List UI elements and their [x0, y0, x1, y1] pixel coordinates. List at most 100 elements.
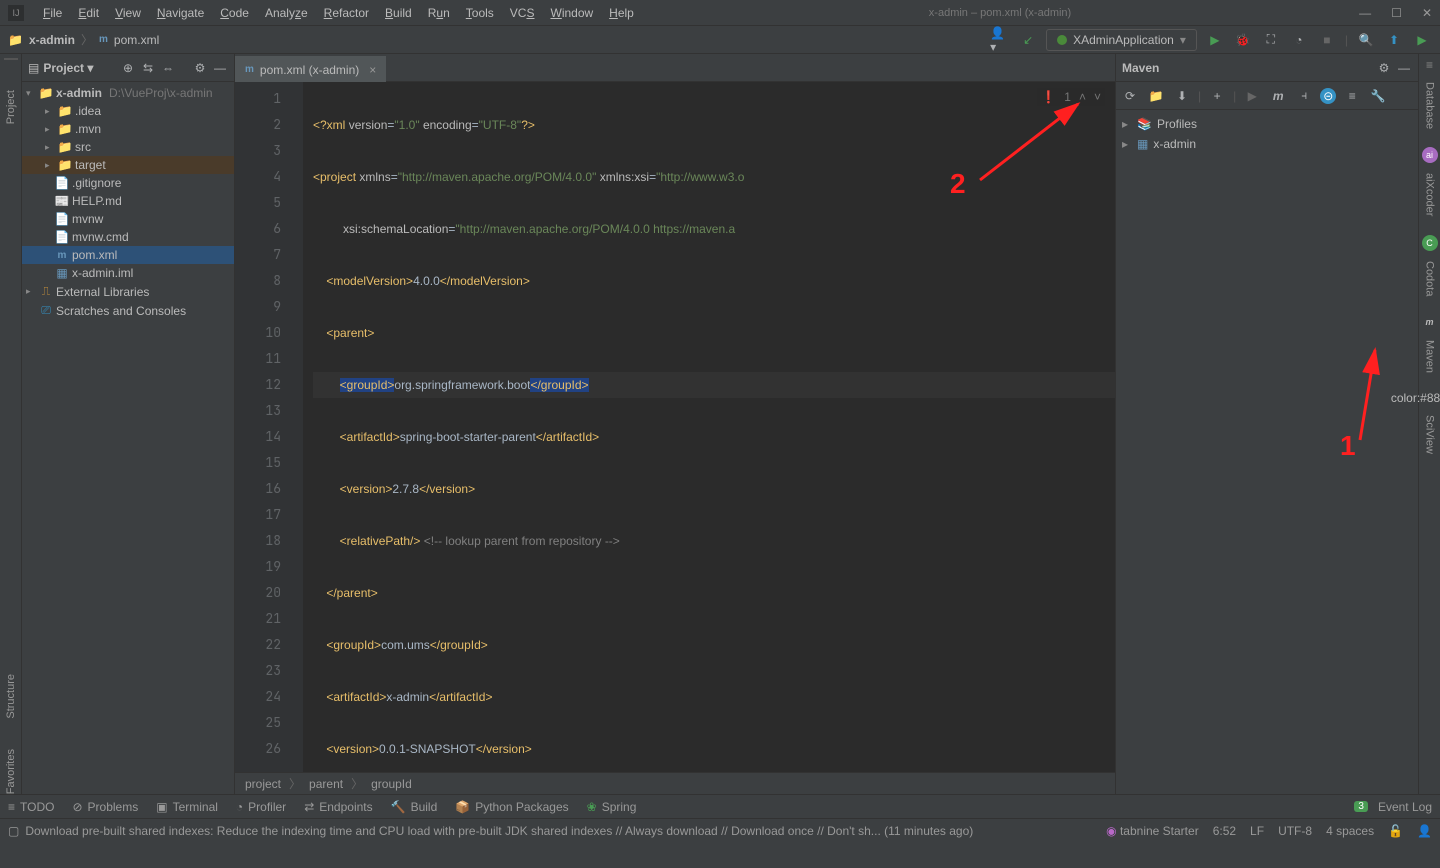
codota-icon[interactable]: C	[1422, 235, 1438, 251]
menu-help[interactable]: Help	[602, 3, 641, 23]
status-lf[interactable]: LF	[1250, 824, 1264, 838]
menu-analyze[interactable]: Analyze	[258, 3, 315, 23]
aixcoder-icon[interactable]: ai	[1422, 147, 1438, 163]
maven-settings-icon[interactable]: ⚙	[1376, 60, 1392, 76]
status-indexing-icon[interactable]: ▢	[8, 824, 19, 838]
sync-icon[interactable]: ⬆	[1384, 30, 1404, 50]
tree-idea[interactable]: ▸📁.idea	[22, 102, 234, 120]
menu-navigate[interactable]: Navigate	[150, 3, 211, 23]
tree-help[interactable]: 📰HELP.md	[22, 192, 234, 210]
project-tree[interactable]: ▾📁x-adminD:\VueProj\x-admin ▸📁.idea ▸📁.m…	[22, 82, 234, 794]
tool-profiler[interactable]: ◔Profiler	[236, 800, 286, 814]
maven-add-icon[interactable]: +	[1207, 86, 1227, 106]
tree-gitignore[interactable]: 📄.gitignore	[22, 174, 234, 192]
maven-offline-icon[interactable]: ⊝	[1320, 88, 1336, 104]
menu-code[interactable]: Code	[213, 3, 256, 23]
left-tool-project-icon[interactable]	[4, 58, 18, 60]
tree-scratch[interactable]: ⎚Scratches and Consoles	[22, 301, 234, 320]
right-tool-sciview[interactable]: SciView	[1424, 415, 1436, 454]
editor-breadcrumbs[interactable]: project〉 parent〉 groupId	[235, 772, 1115, 794]
menu-file[interactable]: File	[36, 3, 69, 23]
tool-terminal[interactable]: ▣Terminal	[156, 800, 218, 814]
maven-download-icon[interactable]: ⬇	[1172, 86, 1192, 106]
status-tabnine[interactable]: ◉ tabnine Starter	[1106, 824, 1199, 838]
editor-tab-pom[interactable]: m pom.xml (x-admin) ×	[235, 56, 386, 82]
status-indent[interactable]: 4 spaces	[1326, 824, 1374, 838]
tool-python[interactable]: 📦Python Packages	[455, 800, 568, 814]
tab-close-icon[interactable]: ×	[369, 63, 376, 77]
search-icon[interactable]: 🔍	[1356, 30, 1376, 50]
minimize-icon[interactable]: —	[1359, 6, 1371, 20]
project-panel-title[interactable]: Project ▾	[43, 61, 116, 75]
settings-icon[interactable]: ⚙	[192, 60, 208, 76]
code-content[interactable]: <?xml version="1.0" encoding="UTF-8"?> <…	[303, 82, 1115, 772]
prev-highlight-icon[interactable]: ˄	[1079, 90, 1086, 104]
coverage-button[interactable]: ⛶	[1261, 30, 1281, 50]
next-highlight-icon[interactable]: ˅	[1094, 90, 1101, 104]
breadcrumb-project[interactable]: x-admin	[29, 33, 75, 47]
stop-button[interactable]: ■	[1317, 30, 1337, 50]
status-pos[interactable]: 6:52	[1213, 824, 1236, 838]
status-message[interactable]: Download pre-built shared indexes: Reduc…	[25, 824, 973, 838]
run-button[interactable]: ▶	[1205, 30, 1225, 50]
sciview-icon[interactable]: color:#888">⊞	[1391, 391, 1440, 405]
maven-hide-icon[interactable]: —	[1396, 60, 1412, 76]
locate-icon[interactable]: ⊕	[120, 60, 136, 76]
menu-run[interactable]: Run	[421, 3, 457, 23]
tree-mvnwcmd[interactable]: 📄mvnw.cmd	[22, 228, 234, 246]
menu-vcs[interactable]: VCS	[503, 3, 542, 23]
breadcrumb-file[interactable]: pom.xml	[114, 33, 159, 47]
collapse-icon[interactable]: ⇔	[160, 60, 176, 76]
maven-reload-icon[interactable]: ⟳	[1120, 86, 1140, 106]
status-inspector-icon[interactable]: 👤	[1417, 824, 1432, 838]
expand-icon[interactable]: ⇆	[140, 60, 156, 76]
user-icon[interactable]: 👤▾	[990, 30, 1010, 50]
left-tool-structure[interactable]: Structure	[5, 674, 17, 719]
maven-run-icon[interactable]: ▶	[1242, 86, 1262, 106]
maven-skip-icon[interactable]: ≡	[1342, 86, 1362, 106]
left-tool-favorites[interactable]: Favorites	[5, 749, 17, 794]
maven-generate-icon[interactable]: 📁	[1146, 86, 1166, 106]
tree-src[interactable]: ▸📁src	[22, 138, 234, 156]
maven-m-icon[interactable]: m	[1268, 86, 1288, 106]
right-tool-codota[interactable]: Codota	[1424, 261, 1436, 296]
tool-spring[interactable]: ❀Spring	[587, 800, 637, 814]
menu-window[interactable]: Window	[543, 3, 600, 23]
tool-build[interactable]: 🔨Build	[391, 800, 438, 814]
tool-endpoints[interactable]: ⇄Endpoints	[304, 800, 372, 814]
menu-view[interactable]: View	[108, 3, 148, 23]
editor[interactable]: 1234567891011121314151617181920212223242…	[235, 82, 1115, 772]
maximize-icon[interactable]: ☐	[1391, 6, 1402, 20]
right-tool-database[interactable]: Database	[1424, 82, 1436, 129]
tree-iml[interactable]: ▦x-admin.iml	[22, 264, 234, 282]
menu-refactor[interactable]: Refactor	[317, 3, 376, 23]
fold-gutter[interactable]	[289, 82, 303, 772]
maven-wrench-icon[interactable]: 🔧	[1368, 86, 1388, 106]
tool-todo[interactable]: ≡TODO	[8, 800, 54, 814]
hide-icon[interactable]: —	[212, 60, 228, 76]
status-charset[interactable]: UTF-8	[1278, 824, 1312, 838]
right-tool-db-icon[interactable]: ≡	[1426, 58, 1433, 72]
maven-module[interactable]: ▸▦x-admin	[1116, 134, 1418, 154]
close-icon[interactable]: ✕	[1422, 6, 1432, 20]
left-tool-project[interactable]: Project	[5, 90, 17, 124]
tree-pom[interactable]: mpom.xml	[22, 246, 234, 264]
menu-tools[interactable]: Tools	[459, 3, 501, 23]
tree-target[interactable]: ▸📁target	[22, 156, 234, 174]
maven-icon[interactable]: m	[1422, 314, 1438, 330]
profile-button[interactable]: ◔	[1289, 30, 1309, 50]
right-tool-aixcoder[interactable]: aiXcoder	[1424, 173, 1436, 216]
tool-problems[interactable]: ⊘Problems	[72, 800, 138, 814]
run-config-select[interactable]: XAdminApplication ▾	[1046, 29, 1197, 51]
menu-edit[interactable]: Edit	[71, 3, 106, 23]
status-lock-icon[interactable]: 🔓	[1388, 824, 1403, 838]
tree-mvnw[interactable]: 📄mvnw	[22, 210, 234, 228]
back-icon[interactable]: ↙	[1018, 30, 1038, 50]
tree-mvn[interactable]: ▸📁.mvn	[22, 120, 234, 138]
maven-toggle-icon[interactable]: ⫞	[1294, 86, 1314, 106]
menu-build[interactable]: Build	[378, 3, 419, 23]
inspection-widget[interactable]: ❗1 ˄ ˅	[1037, 88, 1105, 106]
right-tool-maven[interactable]: Maven	[1424, 340, 1436, 373]
tree-ext-lib[interactable]: ▸⎍External Libraries	[22, 282, 234, 301]
debug-button[interactable]: 🐞	[1233, 30, 1253, 50]
